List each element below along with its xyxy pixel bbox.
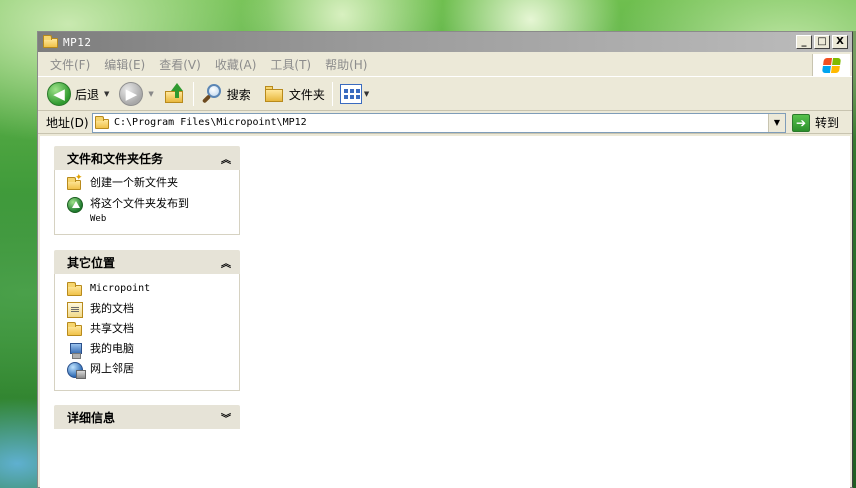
panel-body: Micropoint 我的文档 共享文档 我的电脑 网上邻居 xyxy=(54,274,240,391)
place-label: 共享文档 xyxy=(90,322,134,335)
search-button[interactable]: 搜索 xyxy=(198,80,254,108)
place-label: 我的电脑 xyxy=(90,342,134,355)
panel-body: 创建一个新文件夹 将这个文件夹发布到 Web xyxy=(54,170,240,235)
back-dropdown-icon[interactable]: ▼ xyxy=(104,90,109,98)
task-label-line2: Web xyxy=(90,214,107,224)
menu-help[interactable]: 帮助(H) xyxy=(319,56,375,73)
panel-title: 其它位置 xyxy=(67,255,116,270)
folder-icon xyxy=(43,35,59,48)
menu-favorites[interactable]: 收藏(A) xyxy=(209,56,265,73)
back-label: 后退 xyxy=(75,87,100,102)
task-label: 将这个文件夹发布到 Web xyxy=(90,197,189,226)
details-panel: 详细信息 ︾ xyxy=(54,405,240,429)
go-label: 转到 xyxy=(815,116,840,130)
menu-edit[interactable]: 编辑(E) xyxy=(98,56,153,73)
maximize-button[interactable]: □ xyxy=(814,35,830,49)
collapse-icon[interactable]: ︽ xyxy=(218,150,234,166)
toolbar-separator xyxy=(331,82,333,106)
place-label: 网上邻居 xyxy=(90,362,134,375)
panel-header[interactable]: 详细信息 ︾ xyxy=(54,405,240,429)
folder-icon xyxy=(95,115,111,130)
shared-folder-icon xyxy=(67,322,83,338)
my-documents-icon xyxy=(67,302,83,318)
folder-icon xyxy=(67,282,83,298)
views-icon xyxy=(339,84,362,104)
back-button[interactable]: ◀ 后退 ▼ xyxy=(44,80,112,108)
panel-header[interactable]: 其它位置 ︽ xyxy=(54,250,240,274)
windows-logo-icon xyxy=(812,54,850,76)
title-bar[interactable]: MP12 _ □ X xyxy=(38,32,852,52)
task-label: 创建一个新文件夹 xyxy=(90,176,178,189)
task-publish-web[interactable]: 将这个文件夹发布到 Web xyxy=(67,197,231,226)
expand-icon[interactable]: ︾ xyxy=(218,409,234,425)
place-micropoint[interactable]: Micropoint xyxy=(67,282,231,302)
place-my-documents[interactable]: 我的文档 xyxy=(67,302,231,322)
panel-title: 详细信息 xyxy=(67,410,116,425)
up-folder-icon xyxy=(164,83,186,105)
forward-arrow-icon: ▶ xyxy=(119,82,144,106)
collapse-icon[interactable]: ︽ xyxy=(218,254,234,270)
up-folder-button[interactable] xyxy=(161,80,189,108)
file-folder-tasks-panel: 文件和文件夹任务 ︽ 创建一个新文件夹 将这个文件夹发布到 Web xyxy=(54,146,240,235)
search-icon xyxy=(201,83,223,105)
address-dropdown-button[interactable]: ▼ xyxy=(768,113,785,132)
network-places-icon xyxy=(67,362,86,379)
back-arrow-icon: ◀ xyxy=(47,82,71,106)
folders-button[interactable]: 文件夹 xyxy=(260,80,328,108)
folders-label: 文件夹 xyxy=(288,87,325,102)
address-input[interactable]: C:\Program Files\Micropoint\MP12 ▼ xyxy=(92,112,786,133)
go-arrow-icon: ➔ xyxy=(792,113,810,132)
toolbar-separator xyxy=(192,82,194,106)
new-folder-icon xyxy=(67,173,83,192)
address-bar: 地址(D) C:\Program Files\Micropoint\MP12 ▼… xyxy=(38,112,852,134)
place-network[interactable]: 网上邻居 xyxy=(67,362,231,382)
go-button[interactable]: ➔ 转到 xyxy=(792,113,840,132)
place-shared-documents[interactable]: 共享文档 xyxy=(67,322,231,342)
close-button[interactable]: X xyxy=(832,35,848,49)
forward-dropdown-icon[interactable]: ▼ xyxy=(148,90,153,98)
task-label-line1: 将这个文件夹发布到 xyxy=(90,197,189,210)
search-label: 搜索 xyxy=(226,87,251,102)
window-title: MP12 xyxy=(63,35,92,49)
publish-web-icon xyxy=(67,197,83,213)
place-label: 我的文档 xyxy=(90,302,134,315)
folders-icon xyxy=(263,83,285,105)
minimize-button[interactable]: _ xyxy=(796,35,812,49)
content-area[interactable]: 文件和文件夹任务 ︽ 创建一个新文件夹 将这个文件夹发布到 Web xyxy=(40,136,850,488)
menu-bar: 文件(F) 编辑(E) 查看(V) 收藏(A) 工具(T) 帮助(H) xyxy=(38,53,852,77)
toolbar: ◀ 后退 ▼ ▶ ▼ 搜索 文件夹 ▼ xyxy=(38,78,852,111)
my-computer-icon xyxy=(67,342,83,359)
place-label: Micropoint xyxy=(90,283,151,294)
menu-view[interactable]: 查看(V) xyxy=(153,56,209,73)
panel-title: 文件和文件夹任务 xyxy=(67,151,164,166)
task-new-folder[interactable]: 创建一个新文件夹 xyxy=(67,173,231,196)
views-button[interactable]: ▼ xyxy=(337,80,372,108)
menu-file[interactable]: 文件(F) xyxy=(44,56,98,73)
place-my-computer[interactable]: 我的电脑 xyxy=(67,342,231,362)
explorer-window: MP12 _ □ X 文件(F) 编辑(E) 查看(V) 收藏(A) 工具(T)… xyxy=(37,31,853,488)
panel-header[interactable]: 文件和文件夹任务 ︽ xyxy=(54,146,240,170)
address-label: 地址(D) xyxy=(46,116,89,130)
window-controls: _ □ X xyxy=(796,35,848,49)
menu-tools[interactable]: 工具(T) xyxy=(264,56,319,73)
other-places-panel: 其它位置 ︽ Micropoint 我的文档 共享文档 我的电脑 网上邻居 xyxy=(54,250,240,391)
forward-button[interactable]: ▶ ▼ xyxy=(116,80,156,108)
address-value: C:\Program Files\Micropoint\MP12 xyxy=(114,117,307,128)
views-dropdown-icon: ▼ xyxy=(363,90,370,98)
